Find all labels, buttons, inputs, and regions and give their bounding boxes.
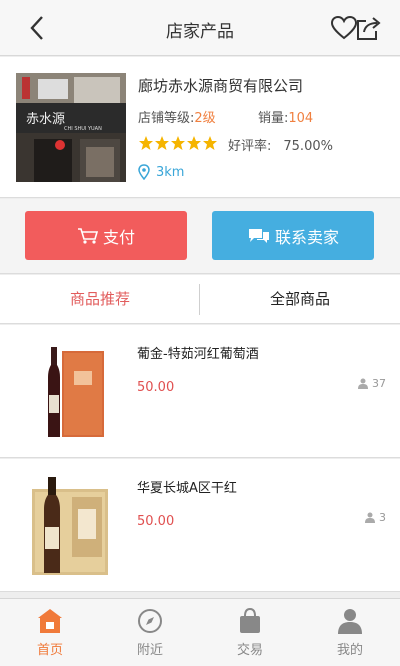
shop-sales: 销量:104 xyxy=(258,111,314,126)
bottom-tab-bar: 首页 附近 交易 我的 xyxy=(0,598,400,666)
list-item[interactable]: 葡金-特茹河红葡萄酒 50.00 37 xyxy=(0,325,400,458)
tab-mine-label: 我的 xyxy=(336,643,363,658)
compass-icon xyxy=(138,609,162,633)
cart-icon xyxy=(77,227,99,244)
buyer-count: 37 xyxy=(358,377,386,390)
list-item[interactable]: 华夏长城A区干红 50.00 3 xyxy=(0,459,400,592)
location-pin-icon xyxy=(138,164,150,180)
pay-label: 支付 xyxy=(102,227,135,247)
tab-nearby[interactable]: 附近 xyxy=(100,599,200,666)
share-icon[interactable] xyxy=(354,13,384,43)
chat-bubble-icon xyxy=(248,228,269,243)
product-price: 50.00 xyxy=(137,380,175,395)
shop-home-icon xyxy=(38,609,62,633)
product-image xyxy=(30,475,110,579)
svg-text:赤水源: 赤水源 xyxy=(26,112,65,127)
shop-photo: 赤水源 CHI SHUI YUAN xyxy=(16,73,126,182)
tab-nearby-label: 附近 xyxy=(136,643,163,658)
tab-mine[interactable]: 我的 xyxy=(300,599,400,666)
shop-rating: 好评率: 75.00% xyxy=(228,139,333,154)
tab-trade-label: 交易 xyxy=(236,643,263,658)
shop-distance: 3km xyxy=(156,165,185,180)
svg-text:CHI SHUI YUAN: CHI SHUI YUAN xyxy=(64,126,102,132)
shop-info-card[interactable]: 赤水源 CHI SHUI YUAN 廊坊赤水源商贸有限公司 店铺等级:2级 销量… xyxy=(0,57,400,198)
product-image xyxy=(30,341,110,445)
rating-stars xyxy=(139,136,217,150)
shop-name: 廊坊赤水源商贸有限公司 xyxy=(138,77,304,95)
tab-home[interactable]: 首页 xyxy=(0,599,100,666)
contact-label: 联系卖家 xyxy=(274,227,339,247)
product-name: 华夏长城A区干红 xyxy=(137,481,237,496)
shop-level: 店铺等级:2级 xyxy=(138,111,216,126)
person-icon xyxy=(358,378,368,389)
action-bar: 支付 联系卖家 xyxy=(0,199,400,274)
product-tabs: 商品推荐 全部商品 xyxy=(0,275,400,324)
shopping-bag-icon xyxy=(240,607,260,633)
buyer-count: 3 xyxy=(365,511,386,524)
user-icon xyxy=(338,609,362,634)
product-price: 50.00 xyxy=(137,514,175,529)
pay-button[interactable]: 支付 xyxy=(25,211,187,260)
tab-all-products[interactable]: 全部商品 xyxy=(200,275,400,324)
header-bar: 店家产品 xyxy=(0,0,400,56)
tab-recommend[interactable]: 商品推荐 xyxy=(0,275,200,324)
person-icon xyxy=(365,512,375,523)
product-name: 葡金-特茹河红葡萄酒 xyxy=(137,347,259,362)
contact-seller-button[interactable]: 联系卖家 xyxy=(212,211,374,260)
tab-home-label: 首页 xyxy=(36,643,63,658)
tab-trade[interactable]: 交易 xyxy=(200,599,300,666)
